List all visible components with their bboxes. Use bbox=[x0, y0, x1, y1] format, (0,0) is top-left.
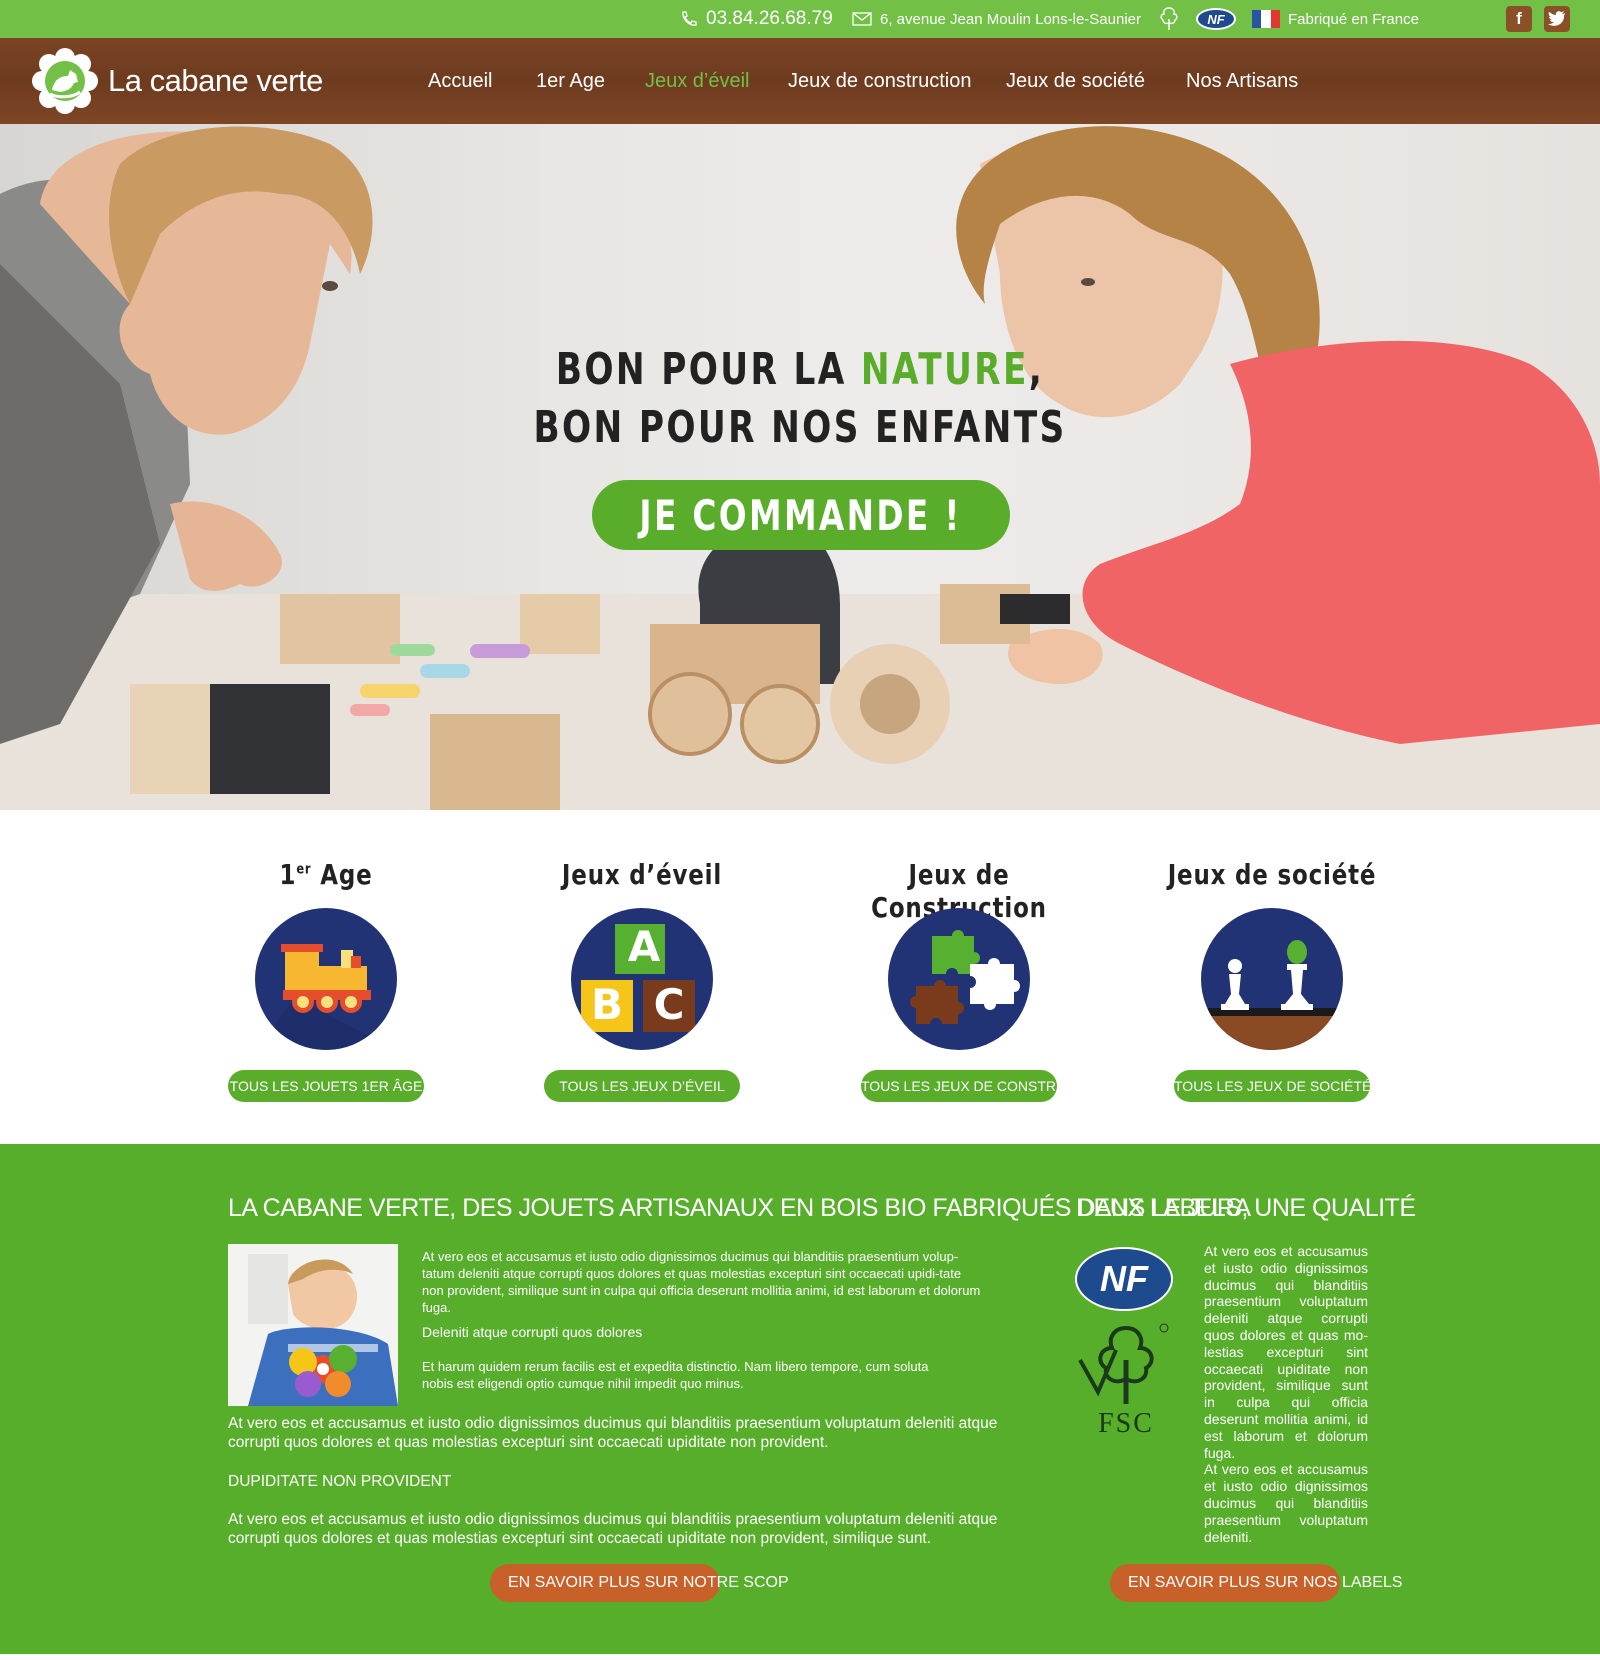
nav-item-nos-artisans[interactable]: Nos Artisans bbox=[1186, 38, 1298, 124]
category-title: Jeux de société bbox=[1167, 858, 1377, 891]
hero-banner: BON POUR LA NATURE, BON POUR NOS ENFANTS… bbox=[0, 124, 1600, 810]
address-text: 6, avenue Jean Moulin Lons-le-Saunier bbox=[880, 10, 1141, 28]
france-flag-icon bbox=[1252, 10, 1280, 28]
scop-more-button[interactable]: EN SAVOIR PLUS SUR NOTRE SCOP bbox=[490, 1564, 789, 1602]
phone-number: 03.84.26.68.79 bbox=[706, 8, 833, 29]
block-letter-c: C bbox=[653, 980, 685, 1029]
category-button-jeux-construction[interactable]: TOUS LES JEUX DE CONSTRUCTION bbox=[861, 1070, 1110, 1102]
abc-blocks-icon[interactable]: A B C bbox=[571, 908, 713, 1050]
hero-photo bbox=[0, 126, 1600, 810]
nav-item-jeux-societe[interactable]: Jeux de société bbox=[1006, 38, 1145, 124]
made-in-france: Fabriqué en France bbox=[1252, 0, 1419, 38]
logo[interactable]: La cabane verte bbox=[30, 46, 323, 116]
about-heading-2: DUPIDITATE NON PROVIDENT bbox=[228, 1473, 452, 1490]
category-button-jeux-eveil[interactable]: TOUS LES JEUX D’ÉVEIL bbox=[544, 1070, 740, 1102]
labels-more-button[interactable]: EN SAVOIR PLUS SUR NOS LABELS bbox=[1110, 1564, 1402, 1602]
hero-title-line-1: BON POUR LA NATURE, bbox=[176, 344, 1424, 395]
baby-photo bbox=[228, 1244, 398, 1406]
category-title-rest: Age bbox=[311, 858, 373, 891]
flower-logo-icon bbox=[30, 46, 100, 116]
category-title-sup: er bbox=[296, 861, 312, 878]
address-contact[interactable]: 6, avenue Jean Moulin Lons-le-Saunier bbox=[852, 0, 1141, 38]
fsc-logo: FSC bbox=[1076, 1320, 1176, 1440]
hero-title-comma: , bbox=[1028, 344, 1045, 395]
nav-item-1er-age[interactable]: 1er Age bbox=[536, 38, 605, 124]
phone-contact[interactable]: 03.84.26.68.79 bbox=[680, 0, 833, 38]
phone-icon bbox=[682, 11, 697, 26]
category-title: Jeux de Construction bbox=[871, 858, 1046, 924]
labels-title: DEUX LABELS, UNE QUALITÉ bbox=[1076, 1194, 1416, 1222]
category-title: 1er Age bbox=[203, 858, 449, 898]
hero-title-part: BON POUR LA bbox=[555, 344, 861, 395]
category-jeux-construction: Jeux de Construction TOUS LES JEUX DE CO… bbox=[809, 858, 1110, 1102]
category-jeux-eveil: Jeux d’éveil A B C TOUS LES JEUX D’ÉVEIL bbox=[492, 858, 792, 1102]
about-subtitle: Deleniti atque corrupti quos dolores bbox=[422, 1324, 643, 1340]
about-paragraph-1: At vero eos et accusamus et iusto odio d… bbox=[422, 1249, 981, 1315]
puzzle-icon[interactable] bbox=[888, 908, 1030, 1050]
nf-badge: NF bbox=[1196, 8, 1236, 30]
made-in-france-text: Fabriqué en France bbox=[1288, 10, 1419, 28]
about-paragraph-2: Et harum quidem rerum facilis est et exp… bbox=[422, 1359, 929, 1391]
category-button-jeux-societe[interactable]: TOUS LES JEUX DE SOCIÉTÉ bbox=[1174, 1070, 1371, 1102]
facebook-link[interactable]: f bbox=[1506, 0, 1532, 38]
block-letter-b: B bbox=[590, 980, 623, 1029]
chess-icon[interactable] bbox=[1201, 908, 1343, 1050]
nav-item-accueil[interactable]: Accueil bbox=[428, 38, 492, 124]
labels-paragraph: At vero eos et accusamus et iusto odio d… bbox=[1204, 1243, 1368, 1545]
fsc-logo-text: FSC bbox=[1098, 1408, 1154, 1439]
category-1er-age: 1er Age TOUS LES JOUETS 1ER ÂGE bbox=[176, 858, 476, 1102]
nf-logo: NF bbox=[1074, 1246, 1174, 1312]
brand-name: La cabane verte bbox=[108, 63, 323, 98]
mail-icon bbox=[852, 12, 872, 26]
nav-item-jeux-construction[interactable]: Jeux de construction bbox=[788, 38, 971, 124]
main-nav: La cabane verte Accueil 1er Age Jeux d’é… bbox=[0, 38, 1600, 124]
order-button[interactable]: JE COMMANDE ! bbox=[592, 480, 1010, 550]
twitter-icon bbox=[1544, 6, 1570, 32]
category-title-number: 1 bbox=[279, 858, 297, 891]
about-paragraph-3: At vero eos et accusamus et iusto odio d… bbox=[228, 1415, 998, 1451]
twitter-link[interactable] bbox=[1544, 0, 1570, 38]
nf-small-logo: NF bbox=[1196, 0, 1236, 38]
hero-title-accent: NATURE bbox=[860, 344, 1029, 395]
facebook-icon: f bbox=[1506, 6, 1532, 32]
nav-item-jeux-eveil[interactable]: Jeux d’éveil bbox=[645, 38, 750, 124]
toy-train-icon[interactable] bbox=[255, 908, 397, 1050]
labels-paragraph-1: At vero eos et accusamus et iusto odio d… bbox=[1204, 1243, 1368, 1461]
tree-icon bbox=[1160, 7, 1178, 30]
category-jeux-societe: Jeux de société TOUS LES JEUX DE SOCIÉTÉ bbox=[1122, 858, 1422, 1102]
top-bar: 03.84.26.68.79 6, avenue Jean Moulin Lon… bbox=[0, 0, 1600, 38]
nf-logo-text: NF bbox=[1100, 1258, 1148, 1299]
category-button-1er-age[interactable]: TOUS LES JOUETS 1ER ÂGE bbox=[228, 1070, 424, 1102]
about-paragraph-4: At vero eos et accusamus et iusto odio d… bbox=[228, 1511, 998, 1547]
block-letter-a: A bbox=[627, 922, 661, 971]
labels-paragraph-2: At vero eos et accusamus et iusto odio d… bbox=[1204, 1461, 1368, 1545]
about-section: LA CABANE VERTE, DES JOUETS ARTISANAUX E… bbox=[0, 1144, 1600, 1654]
fsc-small-logo bbox=[1156, 0, 1182, 38]
category-title: Jeux d’éveil bbox=[561, 858, 723, 891]
order-button-label: JE COMMANDE ! bbox=[639, 490, 963, 540]
hero-title-line-2: BON POUR NOS ENFANTS bbox=[533, 402, 1067, 453]
